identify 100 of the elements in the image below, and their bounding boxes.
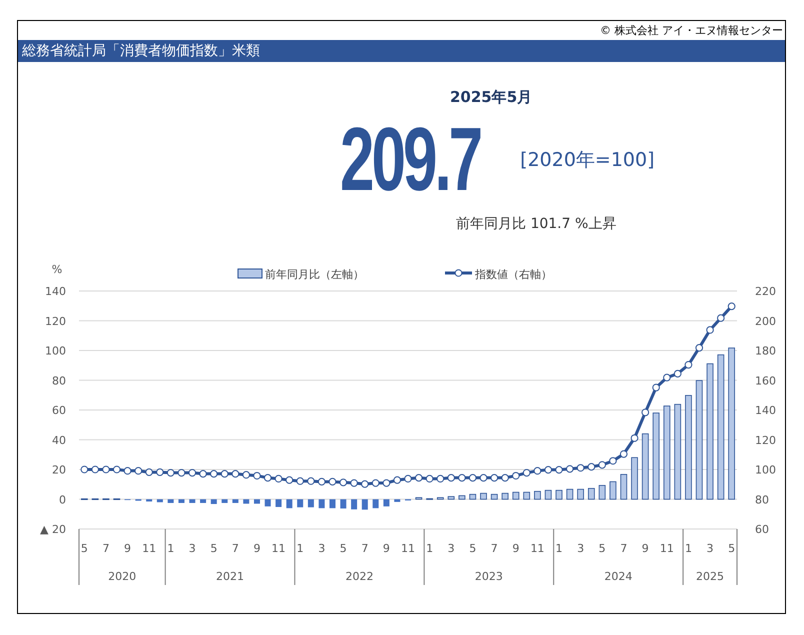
data-point	[436, 474, 444, 483]
axis-label: 11	[660, 542, 674, 555]
data-point	[210, 470, 218, 478]
bar	[458, 495, 466, 500]
data-point	[522, 468, 530, 477]
bar	[243, 499, 250, 504]
axis-label: 5	[598, 542, 606, 555]
data-point	[328, 478, 336, 486]
data-point	[188, 468, 196, 477]
bar	[156, 499, 163, 502]
bar	[577, 488, 584, 500]
legend-line-swatch	[445, 269, 472, 277]
axis-label: 1	[556, 542, 563, 555]
bar	[200, 499, 206, 503]
axis-label: 2021	[216, 570, 244, 583]
axis-label: 7	[232, 542, 239, 555]
data-point	[490, 474, 498, 482]
data-point	[102, 466, 110, 474]
bar	[566, 488, 574, 500]
data-point	[134, 467, 142, 475]
bar	[534, 490, 541, 500]
bar	[436, 497, 444, 500]
data-point	[393, 476, 402, 484]
bar	[544, 490, 552, 500]
data-point	[382, 479, 390, 487]
axis-label: 60	[755, 523, 769, 536]
axis-label: 140	[45, 285, 66, 298]
axis-label: 160	[755, 374, 776, 388]
data-point	[566, 465, 574, 473]
bar	[351, 499, 358, 510]
data-point	[598, 461, 606, 469]
data-point	[178, 468, 186, 477]
bar	[512, 492, 520, 500]
axis-label: 7	[361, 542, 368, 555]
axis-label: 180	[755, 344, 776, 358]
data-point	[253, 472, 261, 480]
data-point	[620, 450, 628, 458]
data-point	[555, 466, 563, 474]
data-point	[307, 477, 315, 485]
data-point	[642, 408, 650, 416]
axis-label: 2024	[604, 570, 632, 583]
data-point	[663, 374, 671, 382]
data-point	[480, 474, 488, 482]
data-point	[199, 470, 207, 478]
axis-label: 3	[577, 542, 584, 555]
year-over-year-change: 前年同月比 101.7 %上昇	[456, 215, 618, 233]
bar	[620, 474, 628, 500]
data-point	[318, 478, 326, 486]
bar	[502, 492, 508, 500]
data-point	[501, 474, 509, 482]
axis-label: 120	[755, 434, 776, 447]
copyright: © 株式会社 アイ・エヌ情報センター	[600, 23, 784, 39]
data-point	[684, 360, 692, 369]
legend-bar-swatch	[238, 268, 262, 278]
data-point	[695, 344, 704, 352]
bar	[631, 457, 638, 500]
bar	[523, 492, 530, 500]
data-point	[458, 474, 466, 482]
data-point	[404, 474, 412, 483]
axis-label: 7	[490, 542, 498, 555]
data-point	[588, 463, 596, 471]
axis-label: 80	[755, 493, 769, 506]
axis-label: 9	[642, 542, 649, 555]
bar	[254, 499, 260, 504]
axis-label: ▲ 20	[40, 523, 66, 536]
data-point	[145, 468, 153, 476]
bar	[448, 496, 455, 500]
data-point	[339, 478, 348, 486]
data-point	[576, 464, 584, 472]
data-point	[544, 466, 552, 474]
bar	[598, 485, 606, 500]
axis-label: 3	[706, 542, 714, 555]
axis-label: 7	[102, 542, 110, 555]
axis-label: 140	[755, 404, 776, 417]
data-point	[232, 470, 240, 478]
data-point	[512, 472, 520, 480]
axis-label: 0	[59, 493, 66, 506]
data-point	[674, 370, 682, 378]
axis-label: 20	[52, 464, 66, 476]
base-note: [2020年=100]	[520, 148, 655, 173]
data-point	[361, 480, 369, 488]
data-point	[717, 314, 725, 322]
period: 2025年5月	[450, 88, 534, 107]
data-point	[534, 467, 542, 475]
axis-label: 1	[167, 542, 174, 555]
legend-label: 前年同月比（左軸）	[265, 268, 364, 281]
data-point	[468, 474, 477, 482]
axis-label: 11	[272, 542, 286, 555]
axis-label: 3	[188, 542, 196, 555]
data-point	[447, 474, 455, 482]
data-point	[706, 326, 714, 334]
data-point	[630, 434, 638, 442]
bar	[610, 481, 616, 500]
axis-label: 1	[684, 542, 692, 555]
data-point	[242, 471, 250, 479]
data-point	[728, 302, 736, 310]
data-point	[166, 468, 174, 477]
axis-label: 9	[253, 542, 260, 555]
bar	[490, 494, 498, 500]
axis-label: 5	[340, 542, 347, 555]
